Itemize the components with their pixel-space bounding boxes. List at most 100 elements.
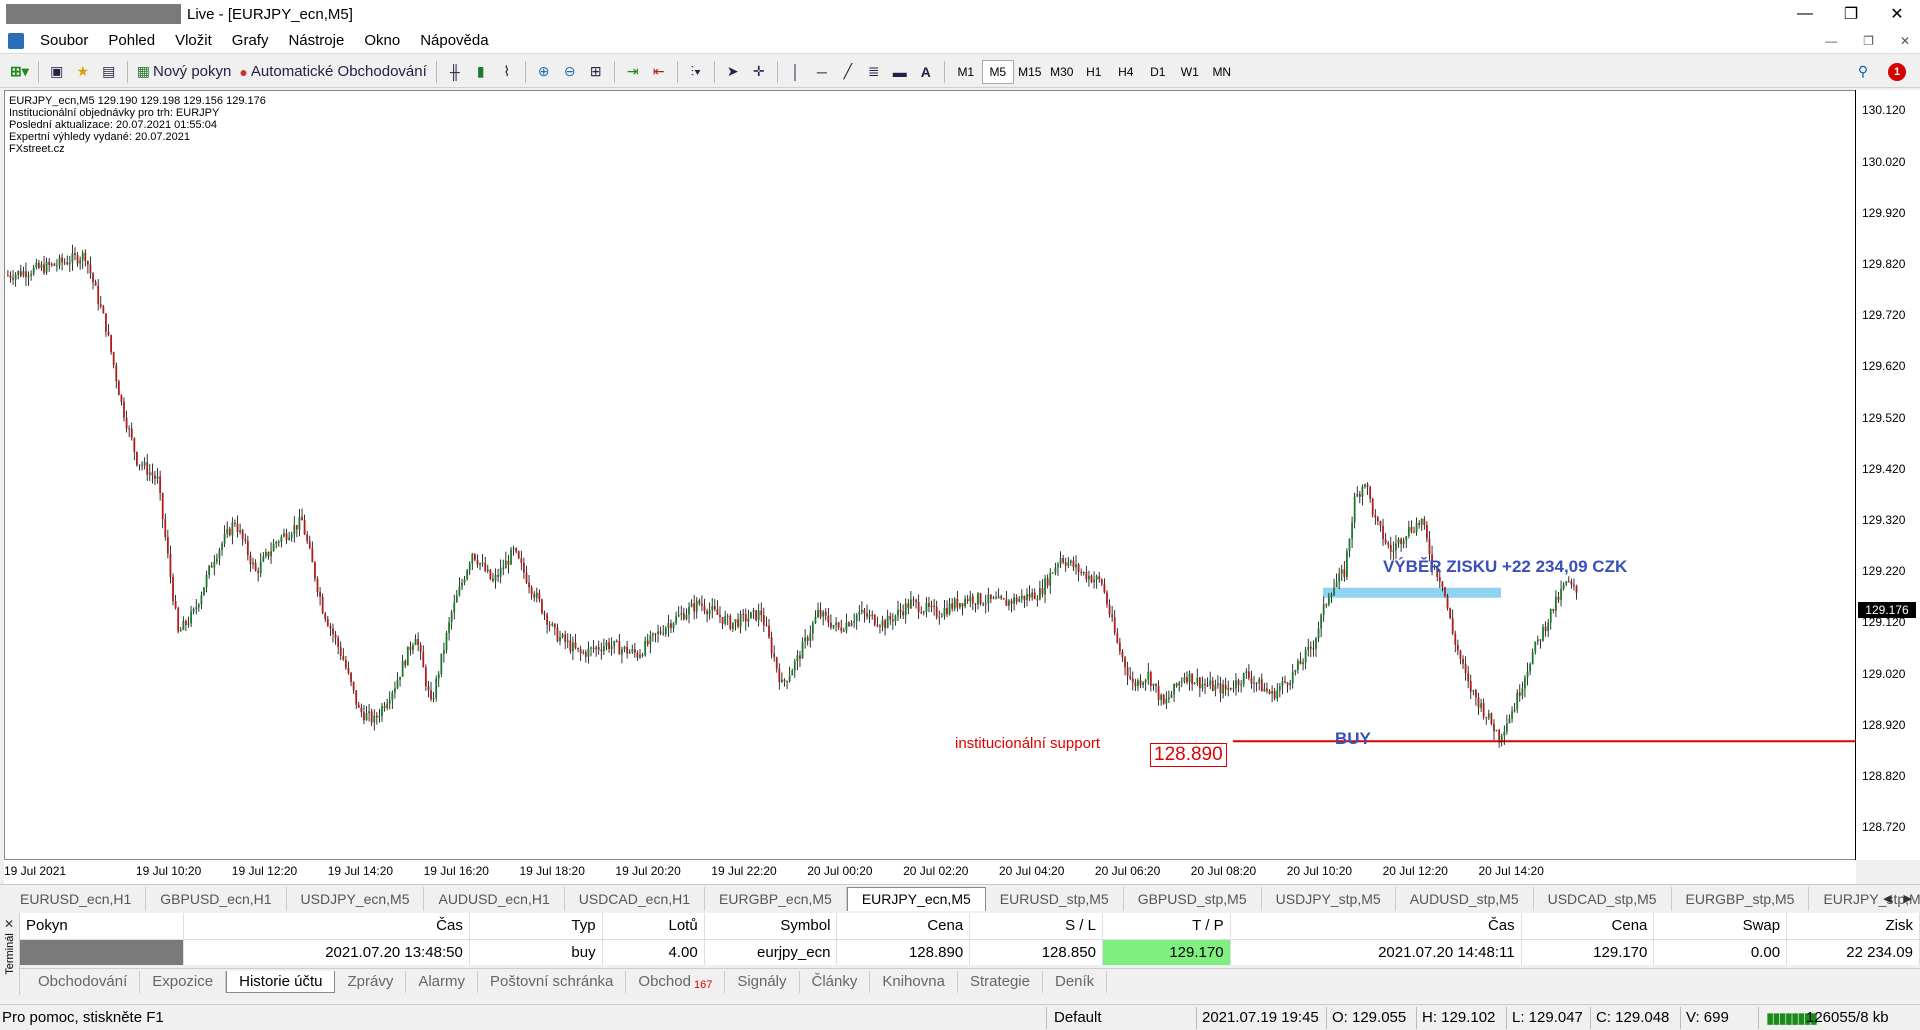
shapes-icon[interactable]: ▬ <box>887 59 913 85</box>
terminal-close-icon[interactable]: ✕ <box>4 917 14 931</box>
tab-knihovna[interactable]: Knihovna <box>870 970 958 993</box>
menu-okno[interactable]: Okno <box>354 32 410 49</box>
price-axis[interactable]: 130.120 130.020 129.920 129.820 129.720 129.6… <box>1855 90 1920 860</box>
chart-tab-active[interactable]: EURJPY_ecn,M5 <box>846 886 986 911</box>
time-axis[interactable]: 19 Jul 2021 19 Jul 10:20 19 Jul 12:20 19 Ju… <box>4 860 1856 884</box>
profiles-icon[interactable]: ▣ <box>44 59 70 85</box>
text-icon[interactable]: A <box>913 59 939 85</box>
candle <box>1126 661 1129 686</box>
tab-scroll-left-icon[interactable]: ◀ <box>1883 892 1891 905</box>
candle <box>922 610 925 616</box>
channel-icon[interactable]: ≣ <box>861 59 887 85</box>
trendline-icon[interactable]: ╱ <box>835 59 861 85</box>
col-cena[interactable]: Cena <box>836 913 971 940</box>
chart-canvas[interactable]: EURJPY_ecn,M5 129.190 129.198 129.156 12… <box>4 90 1856 860</box>
tile-windows-icon[interactable]: ⊞ <box>583 59 609 85</box>
chart-tab[interactable]: USDCAD_ecn,H1 <box>565 886 706 911</box>
close-button[interactable]: ✕ <box>1874 0 1920 28</box>
menu-pohled[interactable]: Pohled <box>98 32 165 49</box>
tab-postovni-schranka[interactable]: Poštovní schránka <box>478 970 627 993</box>
timeframe-h1[interactable]: H1 <box>1078 60 1110 84</box>
indicators-icon[interactable]: ⫶▾ <box>683 59 709 85</box>
chart-tab[interactable]: EURGBP_stp,M5 <box>1672 886 1810 911</box>
col-pokyn[interactable]: Pokyn <box>20 913 184 940</box>
menu-grafy[interactable]: Grafy <box>222 32 279 49</box>
tab-scroll-right-icon[interactable]: ▶ <box>1904 892 1912 905</box>
col-cena-close[interactable]: Cena <box>1521 913 1655 940</box>
navigator-icon[interactable]: ▤ <box>96 59 122 85</box>
col-sl[interactable]: S / L <box>969 913 1103 940</box>
new-order-button[interactable]: ▦ Nový pokyn <box>133 59 236 85</box>
timeframe-mn[interactable]: MN <box>1206 60 1238 84</box>
candle <box>682 607 685 621</box>
candle <box>68 255 71 273</box>
menu-napoveda[interactable]: Nápověda <box>410 32 498 49</box>
tab-strategie[interactable]: Strategie <box>958 970 1043 993</box>
chart-tab[interactable]: AUDUSD_ecn,H1 <box>424 886 565 911</box>
new-chart-icon[interactable]: ⊞▾ <box>6 59 33 85</box>
menu-nastroje[interactable]: Nástroje <box>278 32 354 49</box>
chart-tab[interactable]: USDJPY_stp,M5 <box>1262 886 1396 911</box>
vertical-line-icon[interactable]: │ <box>783 59 809 85</box>
chart-shift-icon[interactable]: ⇤ <box>646 59 672 85</box>
child-minimize-button[interactable]: — <box>1825 34 1837 48</box>
col-swap[interactable]: Swap <box>1653 913 1788 940</box>
timeframe-m5[interactable]: M5 <box>981 59 1014 84</box>
tab-historie-uctu[interactable]: Historie účtu <box>226 970 336 993</box>
maximize-button[interactable]: ❐ <box>1828 0 1874 28</box>
auto-scroll-icon[interactable]: ⇥ <box>620 59 646 85</box>
horizontal-line-icon[interactable]: ─ <box>809 59 835 85</box>
tab-zpravy[interactable]: Zprávy <box>335 970 407 993</box>
tab-obchodovani[interactable]: Obchodování <box>26 970 141 993</box>
col-cas[interactable]: Čas <box>183 913 470 940</box>
cursor-icon[interactable]: ➤ <box>720 59 746 85</box>
candle <box>1237 678 1240 693</box>
chart-tab[interactable]: EURUSD_stp,M5 <box>986 886 1124 911</box>
timeframe-w1[interactable]: W1 <box>1174 60 1206 84</box>
timeframe-d1[interactable]: D1 <box>1142 60 1174 84</box>
tab-expozice[interactable]: Expozice <box>140 970 227 993</box>
auto-trading-button[interactable]: ● Automatické Obchodování <box>235 59 430 85</box>
tab-obchod[interactable]: Obchod 167 <box>626 970 726 993</box>
timeframe-m1[interactable]: M1 <box>950 60 982 84</box>
chart-tab[interactable]: USDCAD_stp,M5 <box>1534 886 1672 911</box>
bar-chart-icon[interactable]: ╫ <box>442 59 468 85</box>
favorites-icon[interactable]: ★ <box>70 59 96 85</box>
tab-alarmy[interactable]: Alarmy <box>406 970 478 993</box>
col-zisk[interactable]: Zisk <box>1786 913 1920 940</box>
candlestick-icon[interactable]: ▮ <box>468 59 494 85</box>
line-chart-icon[interactable]: ⌇ <box>494 59 520 85</box>
menu-soubor[interactable]: Soubor <box>30 32 98 49</box>
zoom-out-icon[interactable]: ⊖ <box>557 59 583 85</box>
col-typ[interactable]: Typ <box>469 913 603 940</box>
timeframe-m15[interactable]: M15 <box>1014 60 1046 84</box>
minimize-button[interactable]: — <box>1782 0 1828 28</box>
notification-badge[interactable]: 1 <box>1884 59 1910 85</box>
candle <box>404 659 407 669</box>
timeframe-h4[interactable]: H4 <box>1110 60 1142 84</box>
chart-tab[interactable]: EURUSD_ecn,H1 <box>6 886 147 911</box>
app-icon[interactable] <box>8 32 24 49</box>
tab-clanky[interactable]: Články <box>800 970 871 993</box>
col-lotu[interactable]: Lotů <box>602 913 705 940</box>
table-row[interactable]: 2021.07.20 13:48:50 buy 4.00 eurjpy_ecn … <box>20 939 1920 965</box>
col-tp[interactable]: T / P <box>1102 913 1231 940</box>
search-icon[interactable]: ⚲ <box>1850 59 1876 85</box>
candle <box>832 624 835 630</box>
timeframe-m30[interactable]: M30 <box>1046 60 1078 84</box>
child-restore-button[interactable]: ❐ <box>1863 34 1874 48</box>
tab-denik[interactable]: Deník <box>1043 970 1108 993</box>
chart-tab[interactable]: GBPUSD_ecn,H1 <box>146 886 287 911</box>
zoom-in-icon[interactable]: ⊕ <box>531 59 557 85</box>
child-close-button[interactable]: ✕ <box>1900 34 1910 48</box>
menu-vlozit[interactable]: Vložit <box>165 32 222 49</box>
chart-tab[interactable]: GBPUSD_stp,M5 <box>1124 886 1262 911</box>
chart-tab[interactable]: AUDUSD_stp,M5 <box>1396 886 1534 911</box>
col-symbol[interactable]: Symbol <box>704 913 838 940</box>
tab-signaly[interactable]: Signály <box>725 970 800 993</box>
chart-tab[interactable]: EURGBP_ecn,M5 <box>705 886 847 911</box>
candle <box>997 588 1000 599</box>
crosshair-icon[interactable]: ✛ <box>746 59 772 85</box>
col-cas-close[interactable]: Čas <box>1230 913 1522 940</box>
chart-tab[interactable]: USDJPY_ecn,M5 <box>287 886 425 911</box>
